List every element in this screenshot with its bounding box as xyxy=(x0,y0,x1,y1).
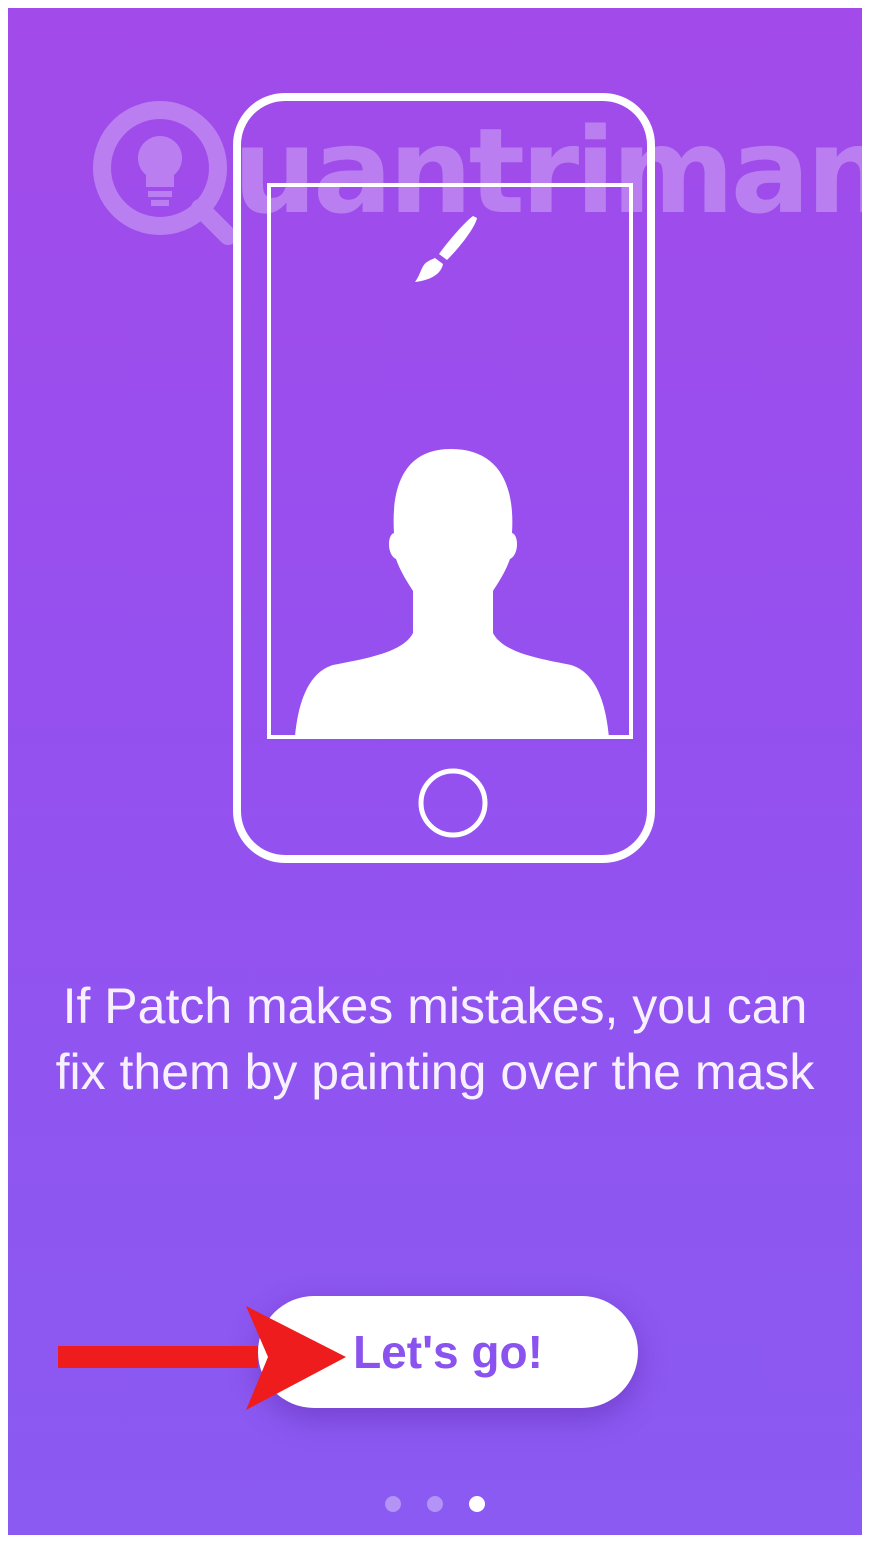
page-dot-3-active[interactable] xyxy=(469,1496,485,1512)
lightbulb-logo-icon xyxy=(93,101,237,245)
person-silhouette-icon xyxy=(295,449,609,737)
paintbrush-icon xyxy=(415,216,477,282)
home-button-icon xyxy=(418,768,488,838)
lets-go-button-label: Let's go! xyxy=(353,1326,543,1378)
page-indicator xyxy=(8,1496,862,1512)
onboarding-message: If Patch makes mistakes, you can fix the… xyxy=(55,978,815,1100)
page-dot-1[interactable] xyxy=(385,1496,401,1512)
red-arrow-annotation-icon xyxy=(58,1306,346,1410)
page-dot-2[interactable] xyxy=(427,1496,443,1512)
onboarding-screen: uantrimang If Patch makes mistakes, you … xyxy=(8,8,862,1535)
